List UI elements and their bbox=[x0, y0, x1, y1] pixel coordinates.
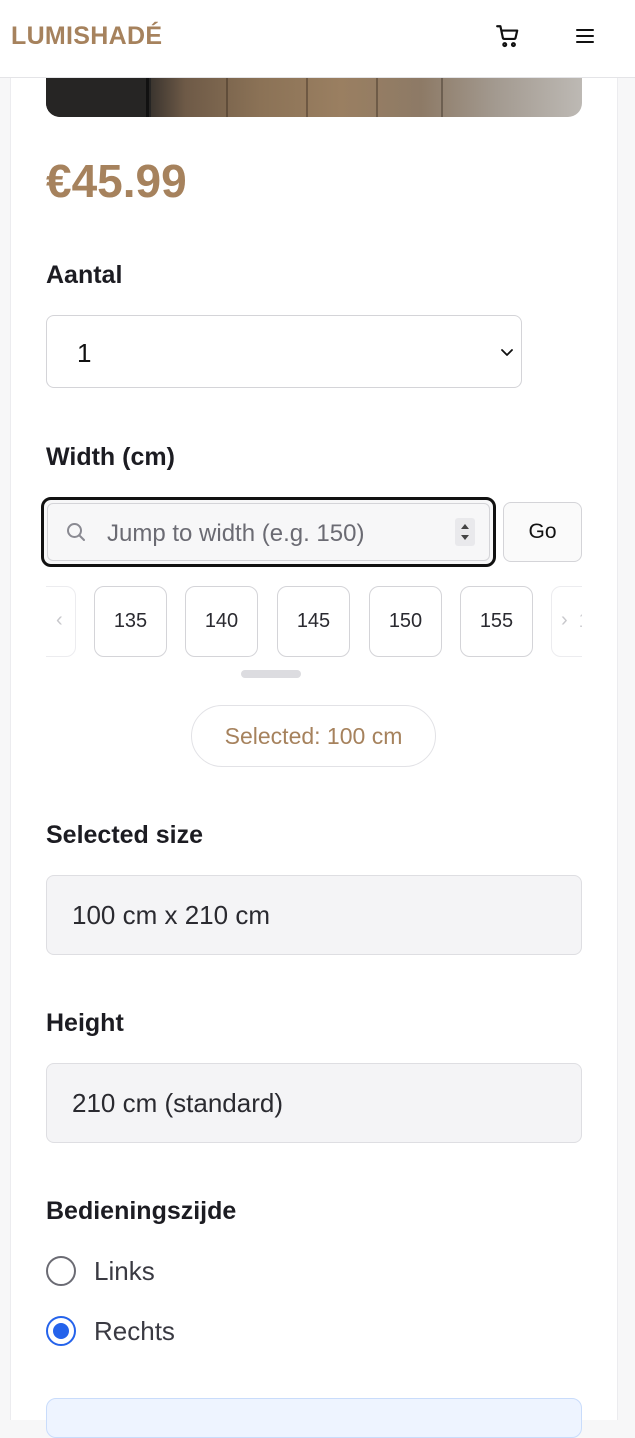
width-chip[interactable]: 150 bbox=[369, 586, 442, 657]
radio-option-rechts[interactable]: Rechts bbox=[46, 1315, 175, 1347]
height-label: Height bbox=[46, 1009, 124, 1037]
width-chip[interactable]: 140 bbox=[185, 586, 258, 657]
radio-button[interactable] bbox=[46, 1316, 76, 1346]
width-search-input[interactable]: Jump to width (e.g. 150) bbox=[41, 497, 496, 567]
hamburger-menu-icon[interactable] bbox=[571, 22, 599, 50]
cart-icon[interactable] bbox=[494, 22, 522, 50]
chevron-right-icon[interactable]: › bbox=[561, 609, 568, 632]
operating-side-label: Bedieningszijde bbox=[46, 1197, 237, 1225]
go-button[interactable]: Go bbox=[503, 502, 582, 562]
number-spinner[interactable] bbox=[455, 518, 475, 546]
selected-size-label: Selected size bbox=[46, 821, 204, 849]
width-chip[interactable]: 145 bbox=[277, 586, 350, 657]
width-chip[interactable]: 135 bbox=[94, 586, 167, 657]
selected-width-badge: Selected: 100 cm bbox=[191, 705, 436, 767]
brand-logo[interactable]: LUMISHADÉ bbox=[11, 22, 162, 51]
info-panel bbox=[46, 1398, 582, 1438]
radio-label: Links bbox=[94, 1255, 155, 1286]
search-placeholder: Jump to width (e.g. 150) bbox=[107, 520, 365, 547]
radio-button[interactable] bbox=[46, 1256, 76, 1286]
selected-size-value: 100 cm x 210 cm bbox=[72, 900, 270, 930]
width-chip-scroller[interactable]: 0 ‹ 135 140 145 150 155 1( › bbox=[46, 585, 582, 659]
site-header: LUMISHADÉ bbox=[0, 0, 635, 78]
quantity-label: Aantal bbox=[46, 261, 123, 289]
selected-size-field: 100 cm x 210 cm bbox=[46, 875, 582, 955]
chevron-left-icon[interactable]: ‹ bbox=[56, 609, 63, 632]
height-field: 210 cm (standard) bbox=[46, 1063, 582, 1143]
width-chip[interactable]: 155 bbox=[460, 586, 533, 657]
chevron-down-icon bbox=[499, 344, 515, 365]
quantity-select[interactable]: 1 bbox=[46, 315, 522, 388]
scrollbar-thumb[interactable] bbox=[241, 670, 301, 678]
quantity-value: 1 bbox=[77, 338, 92, 368]
product-price: €45.99 bbox=[46, 155, 187, 207]
width-label: Width (cm) bbox=[46, 443, 175, 471]
radio-label: Rechts bbox=[94, 1315, 175, 1346]
height-value: 210 cm (standard) bbox=[72, 1088, 283, 1118]
radio-option-links[interactable]: Links bbox=[46, 1255, 155, 1287]
search-icon bbox=[64, 520, 88, 549]
